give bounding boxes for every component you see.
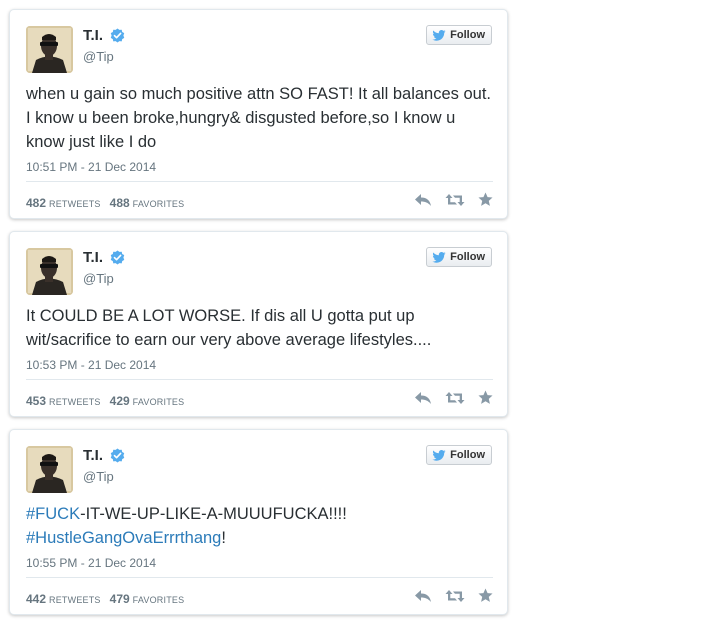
- follow-button[interactable]: Follow: [426, 25, 492, 45]
- tweet-text: when u gain so much positive attn SO FAS…: [26, 85, 491, 151]
- author-row: T.I.: [83, 447, 125, 464]
- tweet-stats: 482 RETWEETS 488 FAVORITES: [26, 196, 184, 210]
- follow-label: Follow: [450, 251, 485, 263]
- tweet-text-segment: !: [221, 529, 226, 547]
- retweet-count[interactable]: 482: [26, 196, 46, 210]
- retweet-icon[interactable]: [445, 391, 465, 410]
- divider: [26, 379, 493, 380]
- tweet-timestamp[interactable]: 10:53 PM - 21 Dec 2014: [26, 358, 156, 372]
- favorite-label: FAVORITES: [132, 397, 185, 407]
- tweet-actions: [401, 192, 493, 212]
- favorite-label: FAVORITES: [132, 595, 185, 605]
- hashtag-link[interactable]: #FUCK: [26, 505, 80, 523]
- verified-badge-icon: [110, 448, 125, 463]
- verified-badge-icon: [110, 250, 125, 265]
- star-icon[interactable]: [478, 390, 493, 410]
- favorite-count[interactable]: 429: [110, 394, 130, 408]
- retweet-count[interactable]: 442: [26, 592, 46, 606]
- star-icon[interactable]: [478, 192, 493, 212]
- author-name[interactable]: T.I.: [83, 447, 103, 464]
- tweet-card: T.I. @Tip Follow It COULD BE A LOT WORSE…: [9, 231, 508, 417]
- retweet-label: RETWEETS: [49, 397, 101, 407]
- hashtag-link[interactable]: #HustleGangOvaErrrthang: [26, 529, 221, 547]
- tweet-card: T.I. @Tip Follow #FUCK-IT-WE-UP-LIKE-A-M…: [9, 429, 508, 615]
- favorite-label: FAVORITES: [132, 199, 185, 209]
- author-row: T.I.: [83, 27, 125, 44]
- retweet-label: RETWEETS: [49, 199, 101, 209]
- author-handle[interactable]: @Tip: [83, 469, 114, 484]
- reply-icon[interactable]: [414, 589, 432, 608]
- retweet-count[interactable]: 453: [26, 394, 46, 408]
- tweet-timestamp[interactable]: 10:51 PM - 21 Dec 2014: [26, 160, 156, 174]
- tweet-timestamp[interactable]: 10:55 PM - 21 Dec 2014: [26, 556, 156, 570]
- divider: [26, 577, 493, 578]
- follow-label: Follow: [450, 449, 485, 461]
- tweet-actions: [401, 588, 493, 608]
- follow-button[interactable]: Follow: [426, 247, 492, 267]
- tweet-stats: 442 RETWEETS 479 FAVORITES: [26, 592, 184, 606]
- follow-label: Follow: [450, 29, 485, 41]
- author-row: T.I.: [83, 249, 125, 266]
- tweet-text: It COULD BE A LOT WORSE. If dis all U go…: [26, 307, 432, 349]
- retweet-icon[interactable]: [445, 193, 465, 212]
- twitter-bird-icon: [432, 29, 446, 41]
- tweet-actions: [401, 390, 493, 410]
- retweet-icon[interactable]: [445, 589, 465, 608]
- star-icon[interactable]: [478, 588, 493, 608]
- reply-icon[interactable]: [414, 391, 432, 410]
- author-name[interactable]: T.I.: [83, 27, 103, 44]
- follow-button[interactable]: Follow: [426, 445, 492, 465]
- retweet-label: RETWEETS: [49, 595, 101, 605]
- favorite-count[interactable]: 479: [110, 592, 130, 606]
- author-handle[interactable]: @Tip: [83, 49, 114, 64]
- author-name[interactable]: T.I.: [83, 249, 103, 266]
- reply-icon[interactable]: [414, 193, 432, 212]
- avatar[interactable]: [26, 446, 73, 493]
- verified-badge-icon: [110, 28, 125, 43]
- favorite-count[interactable]: 488: [110, 196, 130, 210]
- avatar[interactable]: [26, 26, 73, 73]
- tweet-text: #FUCK-IT-WE-UP-LIKE-A-MUUUFUCKA!!!! #Hus…: [26, 502, 493, 550]
- tweet-card: T.I. @Tip Follow when u gain so much pos…: [9, 9, 508, 219]
- avatar[interactable]: [26, 248, 73, 295]
- author-handle[interactable]: @Tip: [83, 271, 114, 286]
- twitter-bird-icon: [432, 449, 446, 461]
- tweet-stats: 453 RETWEETS 429 FAVORITES: [26, 394, 184, 408]
- twitter-bird-icon: [432, 251, 446, 263]
- divider: [26, 181, 493, 182]
- tweet-text-segment: -IT-WE-UP-LIKE-A-MUUUFUCKA!!!!: [80, 505, 347, 523]
